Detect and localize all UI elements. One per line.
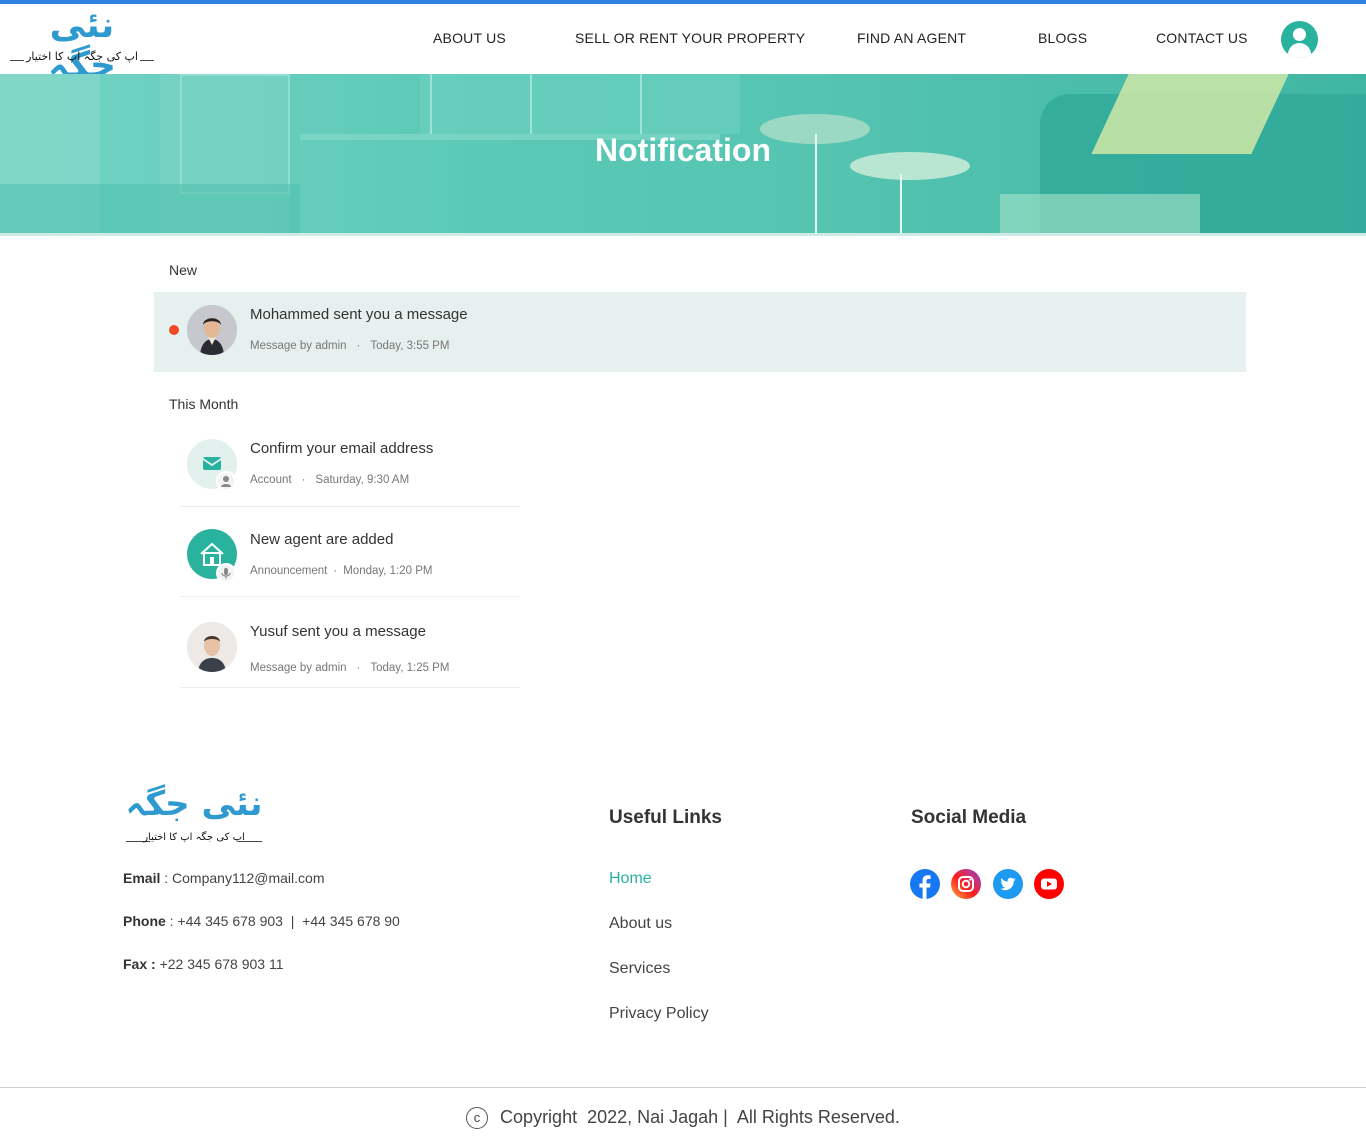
youtube-icon[interactable]	[1034, 869, 1064, 899]
notification-title[interactable]: Confirm your email address	[250, 440, 433, 457]
unread-indicator	[169, 325, 179, 335]
footer-logo-rule-right	[238, 841, 262, 842]
nav-find-agent[interactable]: FIND AN AGENT	[857, 30, 966, 46]
meta-separator: ·	[333, 565, 338, 577]
list-divider	[180, 506, 520, 507]
hero-banner: Notification	[0, 74, 1366, 234]
twitter-icon[interactable]	[993, 869, 1023, 899]
notification-time: Monday, 1:20 PM	[343, 565, 433, 577]
notification-time: Today, 3:55 PM	[370, 340, 450, 352]
notification-item-new[interactable]	[154, 292, 1246, 372]
notification-time: Today, 1:25 PM	[370, 662, 450, 674]
footer-divider	[0, 1087, 1366, 1088]
notification-meta: Announcement · Monday, 1:20 PM	[250, 565, 433, 577]
list-divider	[180, 596, 520, 597]
nav-blogs[interactable]: BLOGS	[1038, 30, 1087, 46]
meta-separator: ·	[356, 340, 361, 352]
footer-link-about[interactable]: About us	[609, 915, 672, 933]
logo-rule-right	[140, 60, 154, 61]
email-value[interactable]: Company112@mail.com	[172, 870, 324, 886]
notification-meta: Message by admin · Today, 3:55 PM	[250, 340, 449, 352]
notification-category: Announcement	[250, 565, 328, 577]
copyright-icon: c	[466, 1107, 489, 1129]
user-icon	[216, 471, 236, 491]
nav-about-us[interactable]: ABOUT US	[433, 30, 506, 46]
footer-link-privacy[interactable]: Privacy Policy	[609, 1005, 709, 1023]
social-media-heading: Social Media	[911, 807, 1027, 828]
nav-sell-or-rent[interactable]: SELL OR RENT YOUR PROPERTY	[575, 30, 805, 46]
footer-link-services[interactable]: Services	[609, 960, 670, 978]
notification-category: Account	[250, 474, 292, 486]
notification-meta: Account · Saturday, 9:30 AM	[250, 474, 409, 486]
avatar-yusuf	[187, 622, 237, 672]
phone-label: Phone	[123, 913, 166, 929]
instagram-icon[interactable]	[951, 869, 981, 899]
notification-meta: Message by admin · Today, 1:25 PM	[250, 662, 449, 674]
notification-category: Message by admin	[250, 662, 347, 674]
microphone-icon	[216, 563, 236, 583]
list-divider	[180, 687, 520, 688]
copyright-bar: c Copyright 2022, Nai Jagah | All Rights …	[0, 1107, 1366, 1129]
meta-separator: ·	[356, 662, 361, 674]
notification-category: Message by admin	[250, 340, 347, 352]
footer-logo-main: نئی جگہ	[125, 784, 263, 824]
notification-title[interactable]: Yusuf sent you a message	[250, 623, 426, 640]
notification-title[interactable]: New agent are added	[250, 531, 393, 548]
meta-separator: ·	[301, 474, 306, 486]
footer-phone: Phone : +44 345 678 903 | +44 345 678 90	[123, 913, 400, 929]
footer-fax: Fax : +22 345 678 903 11	[123, 956, 284, 972]
footer-link-home[interactable]: Home	[609, 870, 652, 888]
phone-value: +44 345 678 903 | +44 345 678 90	[177, 913, 400, 929]
notification-title: Mohammed sent you a message	[250, 306, 468, 323]
page-title: Notification	[595, 132, 771, 168]
user-circle-icon[interactable]	[1281, 21, 1318, 58]
useful-links-heading: Useful Links	[609, 807, 722, 828]
section-label-this-month: This Month	[169, 396, 239, 412]
logo-tagline: اپ کی جگہ اپ کا اختیار	[26, 50, 138, 63]
avatar-mohammed	[187, 305, 237, 355]
footer-logo[interactable]: نئی جگہ اپ کی جگہ اپ کا اختیار	[124, 784, 264, 850]
hero-divider	[0, 233, 1366, 236]
site-header: نئی جگہ اپ کی جگہ اپ کا اختیار ABOUT US …	[0, 4, 1366, 86]
section-label-new: New	[169, 262, 198, 278]
notification-time: Saturday, 9:30 AM	[315, 474, 410, 486]
facebook-icon[interactable]	[910, 869, 940, 899]
fax-label: Fax :	[123, 956, 156, 972]
copyright-text: Copyright 2022, Nai Jagah | All Rights R…	[500, 1107, 900, 1127]
email-label: Email	[123, 870, 161, 886]
site-logo[interactable]: نئی جگہ اپ کی جگہ اپ کا اختیار	[10, 6, 154, 86]
footer-email: Email : Company112@mail.com	[123, 870, 325, 886]
fax-value: +22 345 678 903 11	[159, 956, 284, 972]
nav-contact-us[interactable]: CONTACT US	[1156, 30, 1248, 46]
